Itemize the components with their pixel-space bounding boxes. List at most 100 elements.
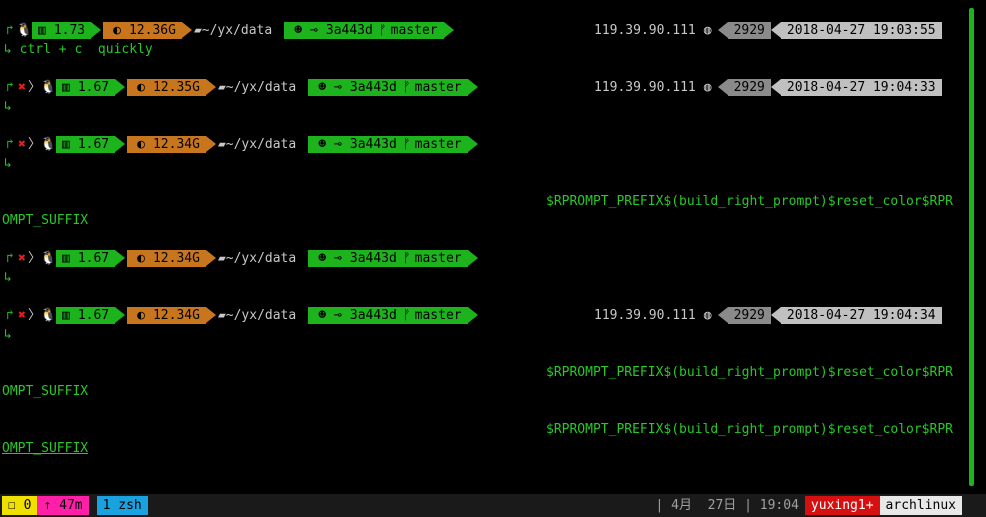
memory-icon: ◐: [137, 308, 145, 323]
return-arrow-icon: ↱: [6, 137, 14, 152]
chevron-right-icon: 〉: [28, 308, 42, 323]
folder-icon: ▰: [217, 251, 226, 266]
tux-icon: 🐧: [16, 23, 33, 38]
bar-chart-icon: ▥: [62, 137, 70, 152]
memory-value: 12.34G: [152, 308, 200, 323]
github-icon: ☻: [318, 80, 327, 95]
ip-address: 119.39.90.111: [594, 23, 696, 38]
datetime: 2018-04-27 19:04:34: [770, 307, 942, 324]
folder-icon: ▰: [217, 137, 226, 152]
branch-icon: ᚠ: [378, 23, 387, 38]
command-line: ↳: [4, 154, 12, 173]
load-segment: ▥ 1.67: [56, 250, 126, 267]
load-value: 1.67: [77, 251, 110, 266]
commit-hash: 3a443d: [349, 308, 397, 323]
status-user: yuxing1+: [804, 496, 880, 515]
right-prompt-info: 119.39.90.111 ◍ 2929 2018-04-27 19:04:34: [594, 306, 942, 325]
load-value: 1.73: [53, 23, 86, 38]
branch-name: master: [414, 251, 462, 266]
command-line: ↳: [4, 97, 12, 116]
path-segment: ▰~/yx/data: [218, 78, 296, 97]
session-number: 0: [23, 498, 32, 513]
prompt-line: ↱ 🐧 ▥ 1.73 ◐ 12.36G ▰~/yx/data ☻ ⊸ 3a443…: [4, 21, 456, 40]
folder-icon: ▰: [217, 308, 226, 323]
chevron-right-icon: 〉: [28, 251, 42, 266]
memory-value: 12.34G: [152, 137, 200, 152]
rprompt-text: $RPROMPT_PREFIX$(build_right_prompt)$res…: [546, 365, 953, 380]
tmux-status-bar: ☐ 0 ↑ 47m 1 zsh | 4月 27日 | 19:04 yuxing1…: [0, 494, 986, 517]
path-value: ~/yx/data: [201, 23, 273, 38]
load-value: 1.67: [77, 137, 110, 152]
load-segment: ▥ 1.67: [56, 307, 126, 324]
error-x-icon: ✖: [18, 80, 26, 95]
memory-segment: ◐ 12.35G: [127, 79, 216, 96]
commit-hash: 3a443d: [349, 80, 397, 95]
rprompt-continuation: OMPT_SUFFIX: [2, 384, 89, 399]
memory-segment: ◐ 12.34G: [127, 307, 216, 324]
bar-chart-icon: ▥: [62, 251, 70, 266]
git-segment: ☻ ⊸ 3a443d ᚠ master: [284, 22, 455, 39]
branch-icon: ᚠ: [402, 137, 411, 152]
session-indicator[interactable]: ☐ 0: [2, 496, 38, 515]
commit-icon: ⊸: [334, 251, 342, 266]
rprompt-text: $RPROMPT_PREFIX$(build_right_prompt)$res…: [546, 422, 953, 437]
github-icon: ☻: [318, 251, 327, 266]
path-segment: ▰~/yx/data: [218, 135, 296, 154]
commit-icon: ⊸: [310, 23, 318, 38]
path-segment: ▰~/yx/data: [218, 249, 296, 268]
error-x-icon: ✖: [18, 308, 26, 323]
return-arrow-icon: ↱: [6, 308, 14, 323]
branch-icon: ᚠ: [402, 308, 411, 323]
branch-icon: ᚠ: [402, 251, 411, 266]
chevron-right-icon: 〉: [28, 137, 42, 152]
rprompt-continuation: OMPT_SUFFIX: [2, 441, 89, 456]
input-arrow-icon: ↳: [4, 42, 20, 57]
load-segment: ▥ 1.67: [56, 79, 126, 96]
memory-segment: ◐ 12.34G: [127, 136, 216, 153]
memory-value: 12.36G: [128, 23, 176, 38]
commit-hash: 3a443d: [325, 23, 373, 38]
git-segment: ☻ ⊸ 3a443d ᚠ master: [308, 79, 479, 96]
folder-icon: ▰: [193, 23, 202, 38]
window-tab[interactable]: 1 zsh: [96, 496, 148, 515]
branch-name: master: [390, 23, 438, 38]
chevron-right-icon: 〉: [28, 80, 42, 95]
tux-icon: 🐧: [40, 137, 57, 152]
terminal[interactable]: ↱ 🐧 ▥ 1.73 ◐ 12.36G ▰~/yx/data ☻ ⊸ 3a443…: [0, 0, 986, 494]
right-prompt-info: 119.39.90.111 ◍ 2929 2018-04-27 19:03:55: [594, 21, 942, 40]
commit-icon: ⊸: [334, 137, 342, 152]
globe-icon: ◍: [703, 23, 712, 38]
load-segment: ▥ 1.67: [56, 136, 126, 153]
bar-chart-icon: ▥: [62, 80, 70, 95]
command-line: ↳: [4, 325, 12, 344]
return-arrow-icon: ↱: [6, 251, 14, 266]
history-number: 2929: [717, 307, 771, 324]
input-arrow-icon: ↳: [4, 99, 12, 114]
rprompt-continuation: OMPT_SUFFIX: [2, 213, 89, 228]
github-icon: ☻: [294, 23, 303, 38]
prompt-line: ↱ ✖ 〉 🐧 ▥ 1.67 ◐ 12.34G ▰~/yx/data ☻ ⊸ 3…: [4, 135, 480, 154]
command-line: ↳ ctrl + c quickly: [4, 40, 153, 59]
ip-address: 119.39.90.111: [594, 308, 696, 323]
load-value: 1.67: [77, 308, 110, 323]
branch-name: master: [414, 80, 462, 95]
ip-address: 119.39.90.111: [594, 80, 696, 95]
error-x-icon: ✖: [18, 137, 26, 152]
branch-name: master: [414, 308, 462, 323]
command-line: ↳: [4, 268, 12, 287]
git-segment: ☻ ⊸ 3a443d ᚠ master: [308, 250, 479, 267]
command-text: ctrl + c quickly: [19, 42, 153, 57]
bar-chart-icon: ▥: [62, 308, 70, 323]
scrollbar[interactable]: [969, 8, 974, 486]
memory-value: 12.34G: [152, 251, 200, 266]
tux-icon: 🐧: [40, 308, 57, 323]
github-icon: ☻: [318, 137, 327, 152]
status-host: archlinux: [879, 496, 962, 515]
branch-name: master: [414, 137, 462, 152]
return-arrow-icon: ↱: [6, 23, 14, 38]
git-segment: ☻ ⊸ 3a443d ᚠ master: [308, 307, 479, 324]
history-number: 2929: [717, 79, 771, 96]
memory-icon: ◐: [137, 137, 145, 152]
datetime: 2018-04-27 19:03:55: [770, 22, 942, 39]
path-value: ~/yx/data: [225, 251, 297, 266]
